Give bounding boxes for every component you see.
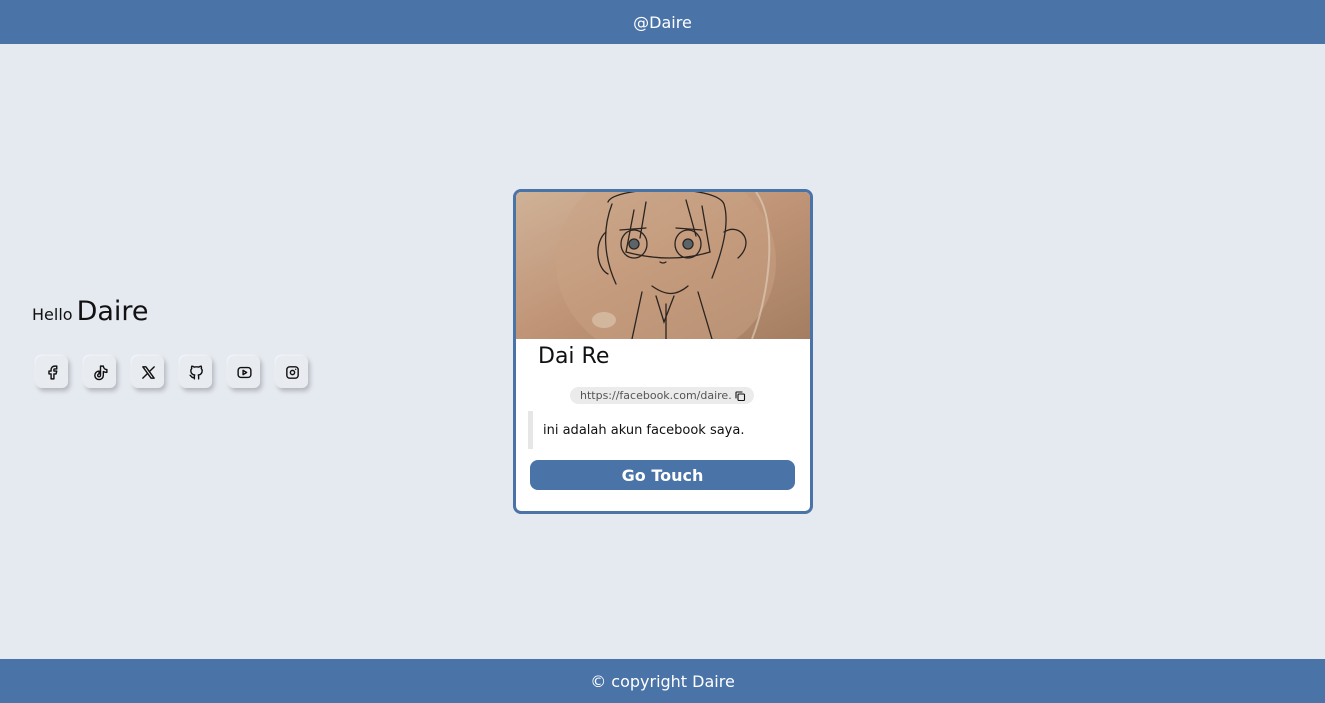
social-links: [36, 356, 308, 388]
url-text: https://facebook.com/daire.: [580, 389, 732, 402]
greeting: Hello Daire: [32, 296, 149, 327]
github-icon: [188, 364, 203, 380]
card-title: Dai Re: [538, 344, 610, 369]
profile-card: Dai Re https://facebook.com/daire. ini a…: [513, 189, 813, 514]
instagram-icon: [285, 365, 299, 379]
top-bar: @Daire: [0, 0, 1325, 44]
header-title: @Daire: [633, 12, 692, 32]
footer-text: © copyright Daire: [590, 671, 735, 691]
youtube-icon: [236, 366, 252, 378]
instagram-button[interactable]: [276, 356, 308, 388]
greeting-hello: Hello: [32, 305, 73, 324]
url-pill: https://facebook.com/daire.: [570, 387, 754, 404]
github-button[interactable]: [180, 356, 212, 388]
banner-image: [516, 192, 810, 339]
youtube-button[interactable]: [228, 356, 260, 388]
greeting-name: Daire: [76, 296, 149, 327]
facebook-button[interactable]: [36, 356, 68, 388]
tiktok-icon: [93, 364, 108, 380]
go-touch-button[interactable]: Go Touch: [530, 460, 795, 490]
tiktok-button[interactable]: [84, 356, 116, 388]
copy-icon[interactable]: [734, 390, 746, 402]
x-icon: [141, 365, 155, 379]
x-button[interactable]: [132, 356, 164, 388]
footer: © copyright Daire: [0, 659, 1325, 703]
description-text: ini adalah akun facebook saya.: [543, 422, 745, 438]
description-quote: ini adalah akun facebook saya.: [528, 411, 794, 449]
facebook-icon: [47, 364, 57, 380]
